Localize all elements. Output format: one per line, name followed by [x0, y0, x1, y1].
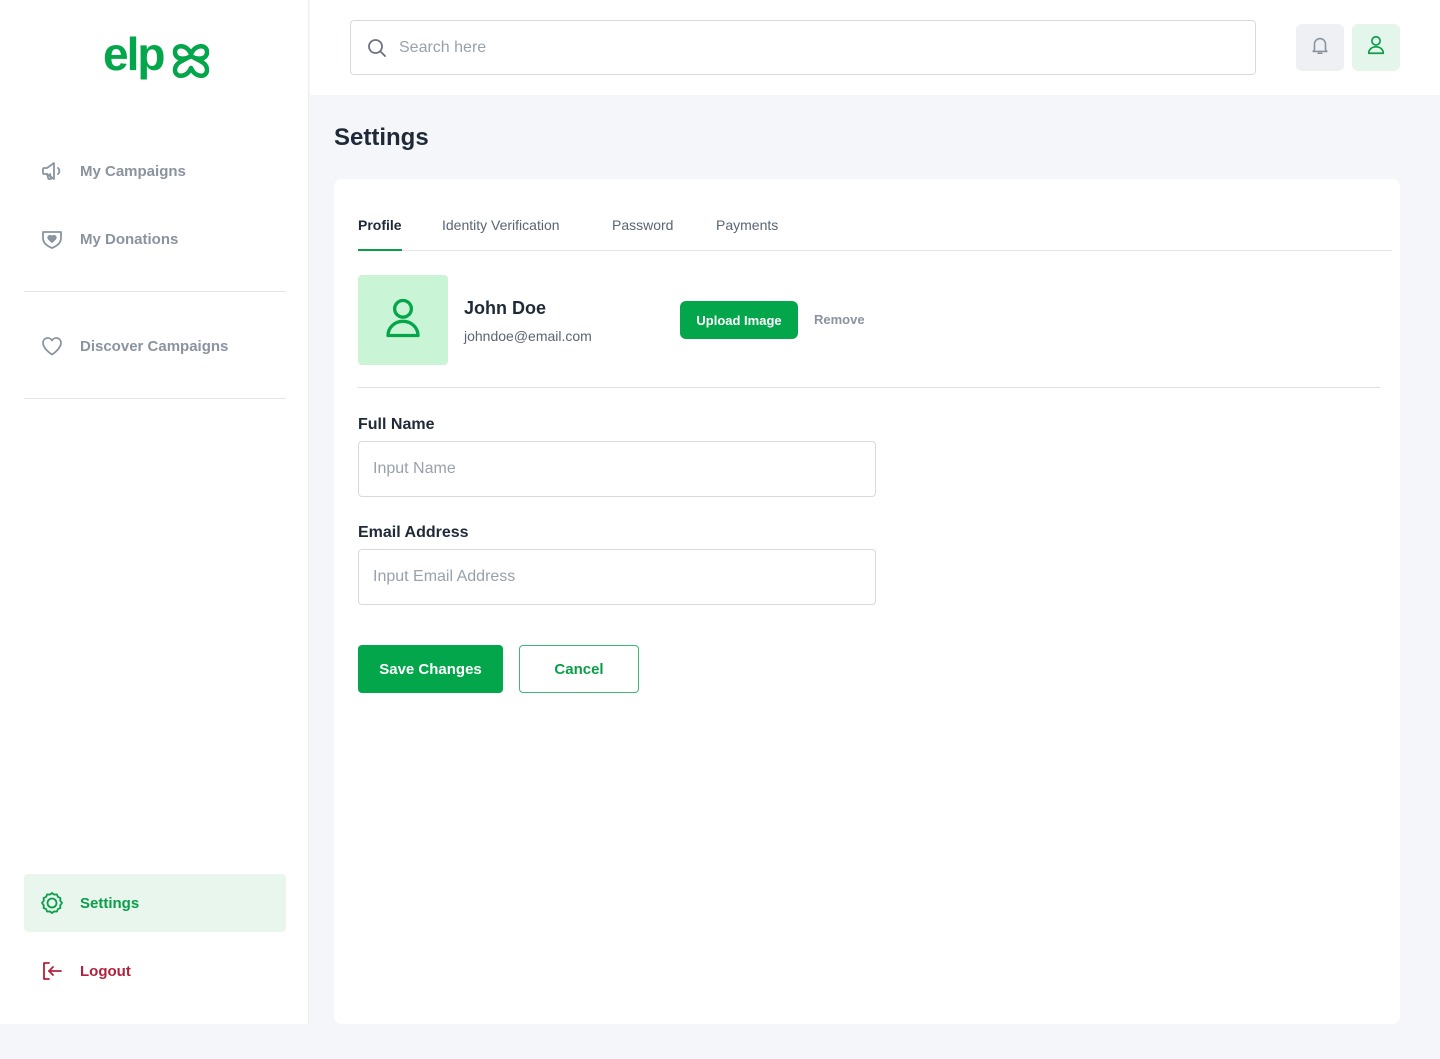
search-icon	[367, 38, 387, 58]
heart-icon	[40, 334, 64, 358]
save-changes-button[interactable]: Save Changes	[358, 645, 503, 693]
profile-divider	[358, 387, 1380, 388]
sidebar-item-logout[interactable]: Logout	[24, 942, 286, 1000]
page-title: Settings	[334, 124, 429, 151]
user-icon	[1365, 34, 1387, 61]
full-name-label: Full Name	[358, 416, 435, 433]
full-name-field[interactable]	[358, 441, 876, 497]
sidebar-item-my-donations[interactable]: My Donations	[24, 210, 286, 268]
search-bar[interactable]	[350, 20, 1256, 75]
sidebar-item-label: Settings	[80, 894, 140, 912]
profile-email: johndoe@email.com	[464, 328, 592, 344]
sidebar: elp My Campaigns My Donations Discover C…	[0, 0, 309, 1024]
gear-icon	[40, 891, 64, 915]
sidebar-item-label: My Donations	[80, 230, 179, 248]
email-label: Email Address	[358, 524, 469, 541]
sidebar-item-discover-campaigns[interactable]: Discover Campaigns	[24, 317, 286, 375]
cancel-button[interactable]: Cancel	[519, 645, 639, 693]
sidebar-item-label: Discover Campaigns	[80, 337, 229, 355]
user-icon	[383, 296, 423, 345]
notifications-button[interactable]	[1296, 24, 1344, 71]
tab-identity-verification[interactable]: Identity Verification	[442, 217, 560, 251]
logout-icon	[40, 959, 64, 983]
sidebar-item-label: Logout	[80, 962, 131, 980]
megaphone-icon	[40, 159, 64, 183]
sidebar-item-label: My Campaigns	[80, 162, 186, 180]
logo-text: elp	[103, 30, 164, 80]
sidebar-divider	[24, 291, 286, 292]
tab-payments[interactable]: Payments	[716, 217, 778, 251]
tab-password[interactable]: Password	[612, 217, 673, 251]
settings-card: Profile Identity Verification Password P…	[334, 179, 1400, 1024]
sidebar-divider	[24, 398, 286, 399]
sidebar-item-settings[interactable]: Settings	[24, 874, 286, 932]
email-field[interactable]	[358, 549, 876, 605]
tab-profile[interactable]: Profile	[358, 217, 402, 251]
upload-image-button[interactable]: Upload Image	[680, 301, 798, 339]
remove-image-button[interactable]: Remove	[814, 312, 865, 327]
profile-name: John Doe	[464, 298, 547, 318]
settings-tabs: Profile Identity Verification Password P…	[358, 217, 1392, 251]
profile-button[interactable]	[1352, 24, 1400, 71]
bell-icon	[1309, 34, 1331, 61]
sidebar-item-my-campaigns[interactable]: My Campaigns	[24, 142, 286, 200]
search-input[interactable]	[399, 38, 1219, 57]
donation-heart-icon	[40, 227, 64, 251]
elpx-logo[interactable]: elp	[103, 28, 210, 88]
avatar[interactable]	[358, 275, 448, 365]
topbar	[310, 0, 1440, 95]
